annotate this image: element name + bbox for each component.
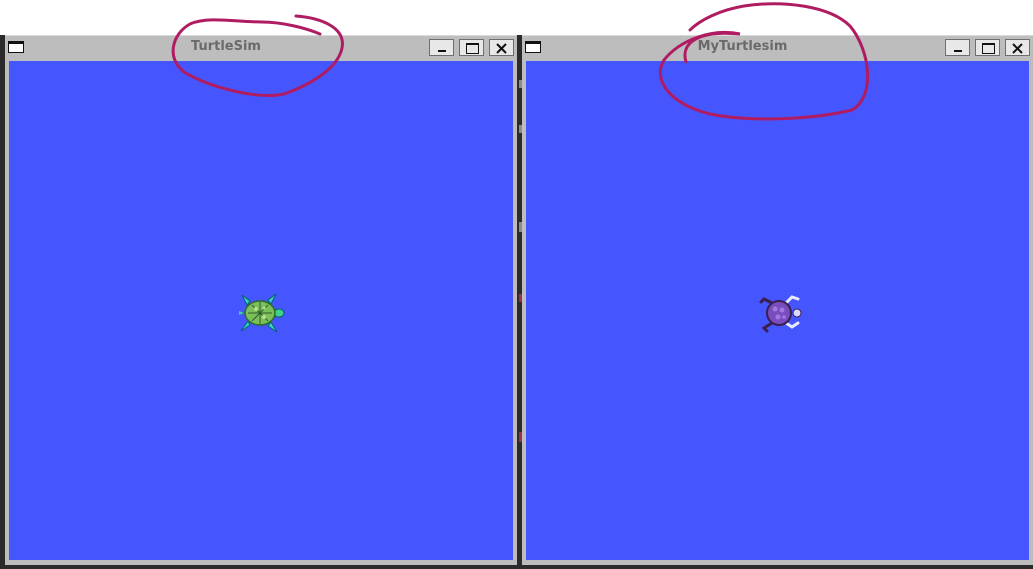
- window-title: MyTurtlesim: [697, 39, 788, 54]
- desktop-edge-bottom: [0, 565, 1033, 569]
- title-bar[interactable]: TurtleSim: [5, 36, 517, 60]
- maximize-button[interactable]: [459, 39, 484, 56]
- minimize-button[interactable]: [429, 39, 454, 56]
- close-icon: [1012, 43, 1023, 54]
- minimize-button[interactable]: [945, 39, 970, 56]
- turtle-canvas: [526, 61, 1029, 560]
- title-bar[interactable]: MyTurtlesim: [522, 36, 1033, 60]
- close-icon: [496, 43, 507, 54]
- turtlesim-window: TurtleSim: [5, 35, 517, 565]
- purple-turtle-icon: [759, 295, 802, 333]
- turtle-canvas: [9, 61, 513, 560]
- window-menu-icon[interactable]: [525, 41, 541, 53]
- green-turtle-icon: [239, 293, 285, 333]
- close-button[interactable]: [1005, 39, 1030, 56]
- close-button[interactable]: [489, 39, 514, 56]
- window-title: TurtleSim: [191, 39, 261, 54]
- myturtlesim-window: MyTurtlesim: [522, 35, 1033, 565]
- maximize-button[interactable]: [975, 39, 1000, 56]
- window-menu-icon[interactable]: [8, 41, 24, 53]
